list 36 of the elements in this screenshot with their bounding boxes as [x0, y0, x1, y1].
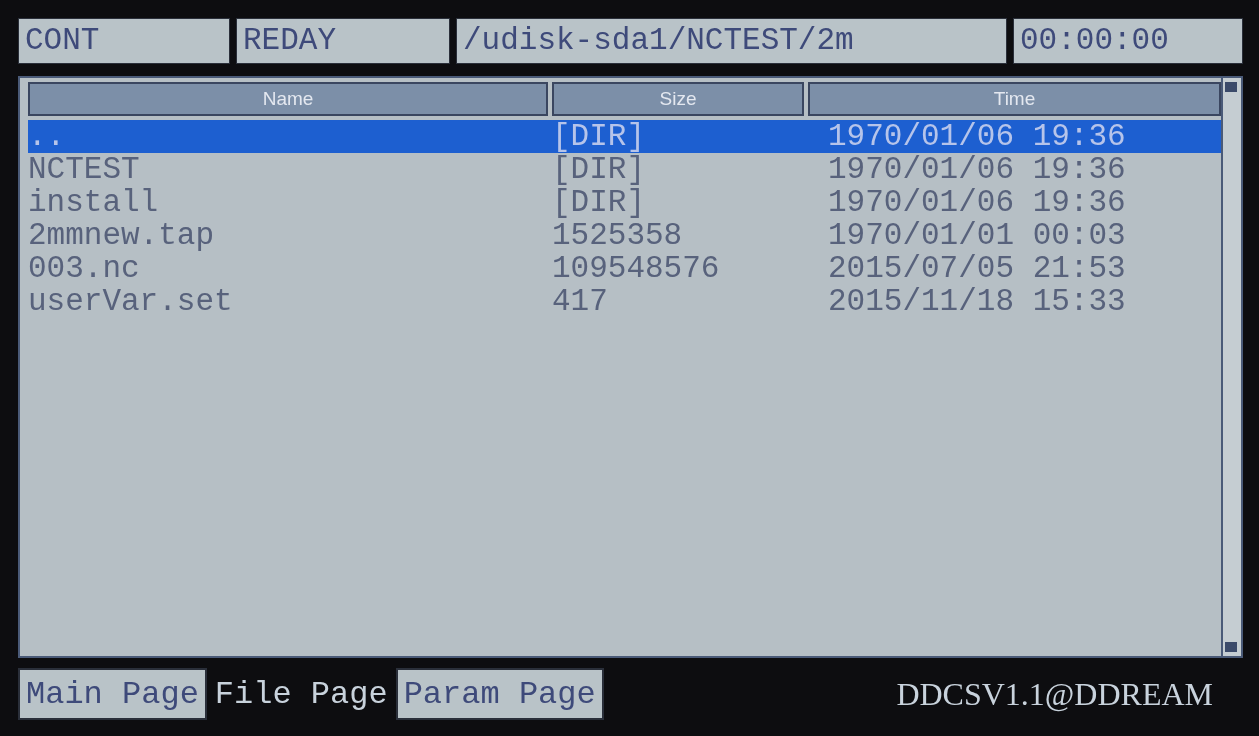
file-size: [DIR]	[552, 153, 646, 186]
file-time: 1970/01/06 19:36	[827, 120, 1127, 153]
file-size: [DIR]	[552, 186, 646, 219]
file-size: 1525358	[552, 219, 684, 252]
file-size: 109548576	[552, 252, 721, 285]
path-field: /udisk-sda1/NCTEST/2m	[456, 18, 1007, 64]
column-header[interactable]: Name	[28, 82, 548, 116]
file-size: 417	[552, 285, 609, 318]
scroll-bar[interactable]	[1221, 78, 1241, 656]
file-time: 1970/01/01 00:03	[827, 219, 1127, 252]
column-header[interactable]: Time	[808, 82, 1221, 116]
file-time: 1970/01/06 19:36	[827, 153, 1127, 186]
state-field: REDAY	[236, 18, 450, 64]
file-row[interactable]: 2mmnew.tap 1525358 1970/01/01 00:03	[28, 219, 1221, 252]
page-tab[interactable]: File Page	[206, 668, 396, 720]
file-row[interactable]: 003.nc 109548576 2015/07/05 21:53	[28, 252, 1221, 285]
file-time: 1970/01/06 19:36	[827, 186, 1127, 219]
file-name: ..	[28, 120, 67, 153]
file-name: 2mmnew.tap	[28, 219, 216, 252]
file-name: install	[28, 186, 160, 219]
file-row[interactable]: install [DIR] 1970/01/06 19:36	[28, 186, 1221, 219]
file-name: NCTEST	[28, 153, 141, 186]
mode-field: CONT	[18, 18, 230, 64]
file-row[interactable]: userVar.set 417 2015/11/18 15:33	[28, 285, 1221, 318]
column-header[interactable]: Size	[552, 82, 804, 116]
page-tab[interactable]: Param Page	[395, 668, 604, 720]
file-time: 2015/07/05 21:53	[827, 252, 1127, 285]
page-tab[interactable]: Main Page	[18, 668, 207, 720]
file-size: [DIR]	[552, 120, 646, 153]
version-label: DDCSV1.1@DDREAM	[896, 675, 1213, 713]
file-row[interactable]: .. [DIR] 1970/01/06 19:36	[28, 120, 1221, 153]
timer-field: 00:00:00	[1013, 18, 1243, 64]
file-time: 2015/11/18 15:33	[827, 285, 1127, 318]
file-name: userVar.set	[28, 285, 234, 318]
file-row[interactable]: NCTEST [DIR] 1970/01/06 19:36	[28, 153, 1221, 186]
file-name: 003.nc	[28, 252, 141, 285]
